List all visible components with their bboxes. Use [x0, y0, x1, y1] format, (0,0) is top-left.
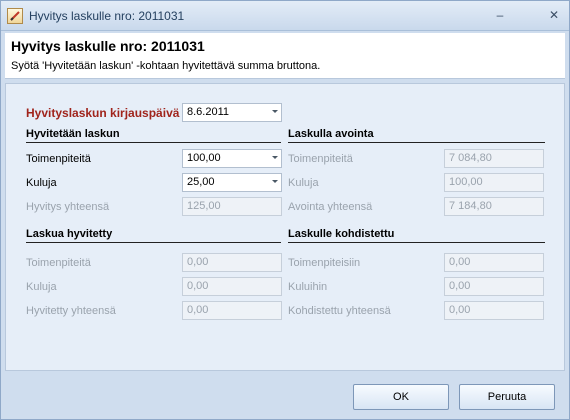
allocated-costs-field: 0,00: [444, 277, 544, 296]
credit-costs-value: 25,00: [187, 176, 215, 188]
section-divider: [288, 242, 545, 243]
section-divider: [288, 142, 545, 143]
chevron-down-icon[interactable]: [272, 156, 278, 159]
instruction-text: Syötä 'Hyvitetään laskun' -kohtaan hyvit…: [11, 60, 321, 72]
credited-measures-label: Toimenpiteitä: [26, 257, 91, 269]
credited-total-field: 0,00: [182, 301, 282, 320]
chevron-down-icon[interactable]: [272, 110, 278, 113]
credit-costs-input[interactable]: 25,00: [182, 173, 282, 192]
credit-total-field: 125,00: [182, 197, 282, 216]
title-bar[interactable]: Hyvitys laskulle nro: 2011031 – ✕: [1, 1, 569, 31]
section-divider: [26, 242, 281, 243]
credit-measures-value: 100,00: [187, 152, 221, 164]
section-heading-allocated: Laskulle kohdistettu: [288, 228, 395, 240]
ok-button[interactable]: OK: [353, 384, 449, 410]
credited-measures-field: 0,00: [182, 253, 282, 272]
page-title: Hyvitys laskulle nro: 2011031: [11, 38, 205, 54]
open-costs-label: Kuluja: [288, 177, 319, 189]
credited-costs-field: 0,00: [182, 277, 282, 296]
form-panel: Hyvityslaskun kirjauspäivä 8.6.2011 Hyvi…: [5, 83, 565, 371]
open-total-field: 7 184,80: [444, 197, 544, 216]
credited-total-label: Hyvitetty yhteensä: [26, 305, 116, 317]
credit-measures-label: Toimenpiteitä: [26, 153, 91, 165]
allocated-total-field: 0,00: [444, 301, 544, 320]
credit-note-dialog: Hyvitys laskulle nro: 2011031 – ✕ Hyvity…: [0, 0, 570, 420]
allocated-measures-field: 0,00: [444, 253, 544, 272]
credit-costs-label: Kuluja: [26, 177, 57, 189]
chevron-down-icon[interactable]: [272, 180, 278, 183]
open-costs-field: 100,00: [444, 173, 544, 192]
allocated-total-label: Kohdistettu yhteensä: [288, 305, 391, 317]
section-heading-credit: Hyvitetään laskun: [26, 128, 120, 140]
open-measures-field: 7 084,80: [444, 149, 544, 168]
posting-date-input[interactable]: 8.6.2011: [182, 103, 282, 122]
credited-costs-label: Kuluja: [26, 281, 57, 293]
app-icon: [7, 8, 23, 24]
section-heading-open: Laskulla avointa: [288, 128, 374, 140]
posting-date-label: Hyvityslaskun kirjauspäivä: [26, 106, 180, 120]
allocated-measures-label: Toimenpiteisiin: [288, 257, 361, 269]
window-title: Hyvitys laskulle nro: 2011031: [29, 9, 185, 23]
section-heading-credited: Laskua hyvitetty: [26, 228, 113, 240]
open-total-label: Avointa yhteensä: [288, 201, 373, 213]
close-button[interactable]: ✕: [545, 7, 563, 23]
credit-measures-input[interactable]: 100,00: [182, 149, 282, 168]
header-panel: Hyvitys laskulle nro: 2011031 Syötä 'Hyv…: [5, 33, 565, 79]
cancel-button[interactable]: Peruuta: [459, 384, 555, 410]
allocated-costs-label: Kuluihin: [288, 281, 328, 293]
pencil-icon: [10, 11, 20, 21]
credit-total-label: Hyvitys yhteensä: [26, 201, 110, 213]
open-measures-label: Toimenpiteitä: [288, 153, 353, 165]
minimize-button[interactable]: –: [491, 7, 509, 23]
section-divider: [26, 142, 281, 143]
posting-date-value: 8.6.2011: [187, 106, 230, 118]
